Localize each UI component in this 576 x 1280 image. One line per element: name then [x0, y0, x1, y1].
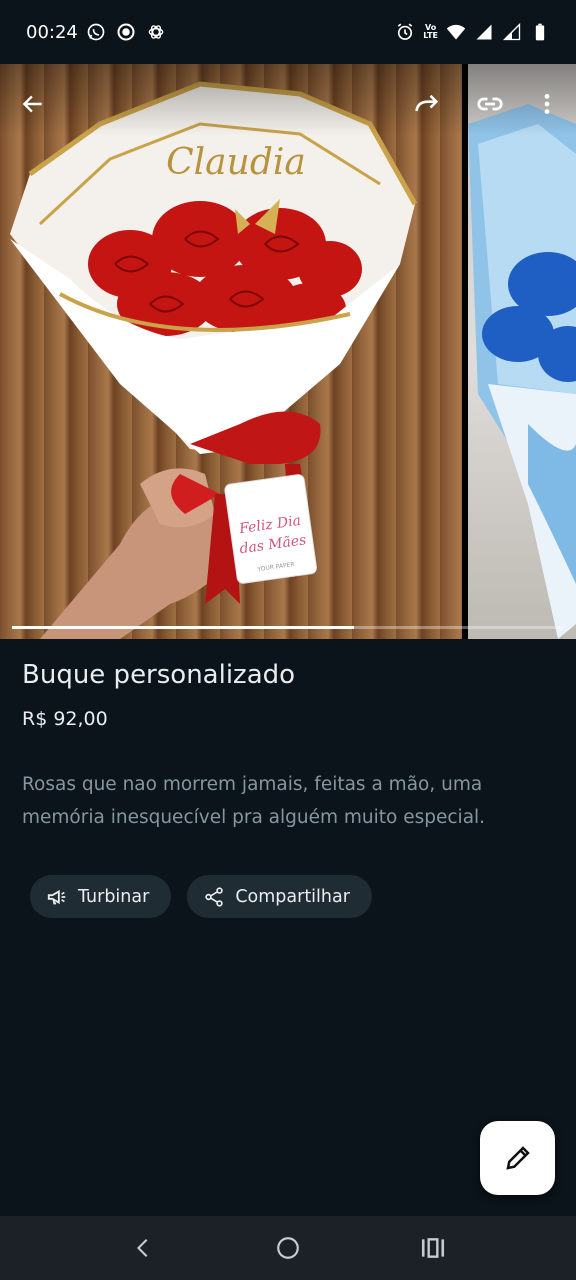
battery-icon [535, 23, 545, 41]
share-icon [205, 886, 224, 907]
blue-bouquet-illustration [468, 104, 576, 639]
record-icon [117, 23, 135, 41]
copy-link-button[interactable] [468, 82, 512, 126]
back-arrow-icon [22, 95, 42, 113]
volte-icon: Vo LTE [423, 23, 438, 40]
boost-button[interactable]: Turbinar [30, 875, 172, 918]
system-nav-bar [0, 1216, 576, 1280]
home-icon [277, 1237, 299, 1259]
status-time: 00:24 [26, 21, 78, 43]
next-product-photo[interactable] [468, 64, 576, 639]
back-icon [136, 1239, 148, 1257]
nav-recents-button[interactable] [403, 1218, 463, 1278]
nav-back-button[interactable] [113, 1218, 173, 1278]
more-options-button[interactable] [525, 82, 569, 126]
alarm-icon [398, 23, 413, 40]
image-carousel[interactable]: Claudia Feliz Dia das Mães YOUR PAPER [0, 64, 576, 639]
product-details: Buque personalizado R$ 92,00 Rosas que n… [22, 660, 554, 834]
signal-icon [476, 24, 492, 40]
edit-pencil-icon [505, 1146, 530, 1170]
edit-button[interactable] [480, 1121, 555, 1195]
status-bar: 00:24 Vo LTE [0, 0, 576, 64]
megaphone-icon [47, 889, 66, 904]
carousel-progress [12, 626, 564, 629]
product-photo[interactable]: Claudia Feliz Dia das Mães YOUR PAPER [0, 64, 462, 639]
openai-icon [148, 25, 164, 39]
forward-button[interactable] [405, 82, 449, 126]
product-description: Rosas que nao morrem jamais, feitas a mã… [22, 774, 486, 828]
forward-icon [415, 94, 439, 112]
carousel-toolbar [0, 64, 576, 136]
carousel-progress-fill [12, 626, 355, 629]
product-title: Buque personalizado [22, 660, 296, 690]
bouquet-name-text: Claudia [166, 142, 306, 183]
recents-icon [422, 1238, 445, 1258]
share-button[interactable]: Compartilhar [187, 875, 372, 918]
bouquet-illustration: Claudia Feliz Dia das Mães YOUR PAPER [0, 64, 462, 639]
wifi-icon [446, 24, 466, 40]
whatsapp-icon [87, 23, 105, 41]
product-price: R$ 92,00 [22, 708, 108, 730]
more-vert-icon [544, 94, 550, 114]
share-label: Compartilhar [235, 886, 350, 907]
boost-label: Turbinar [78, 886, 150, 907]
back-button[interactable] [11, 82, 55, 126]
product-actions: Turbinar Compartilhar [30, 875, 372, 918]
link-icon [477, 97, 503, 111]
nav-home-button[interactable] [258, 1218, 318, 1278]
signal-icon [502, 22, 521, 41]
